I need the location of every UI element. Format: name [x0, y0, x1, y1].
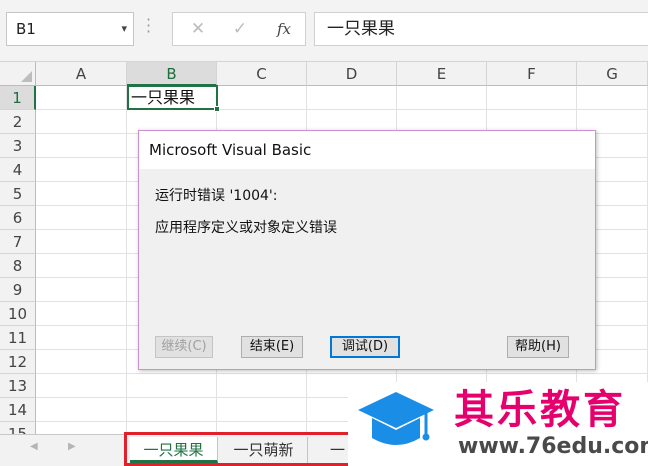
row-header-8[interactable]: 8: [0, 254, 36, 278]
row-header-6[interactable]: 6: [0, 206, 36, 230]
dialog-error-message: 应用程序定义或对象定义错误: [155, 220, 337, 236]
cell-b1[interactable]: 一只果果: [127, 85, 220, 112]
row-header-7[interactable]: 7: [0, 230, 36, 254]
check-icon[interactable]: ✓: [225, 13, 255, 45]
grid-vline: [126, 86, 127, 434]
tab-scroll-right-icon[interactable]: ▶: [68, 441, 76, 452]
fill-handle[interactable]: [214, 106, 220, 112]
row-header-3[interactable]: 3: [0, 134, 36, 158]
cancel-icon[interactable]: ✕: [183, 13, 213, 45]
row-header-12[interactable]: 12: [0, 350, 36, 374]
formula-input[interactable]: 一只果果: [314, 12, 648, 46]
formula-bar: B1 ▾ · · · ✕ ✓ fx 一只果果: [0, 0, 648, 62]
column-header-e[interactable]: E: [397, 62, 487, 86]
dialog-title: Microsoft Visual Basic: [139, 131, 595, 169]
watermark: 其乐教育 www.76edu.com: [348, 382, 648, 466]
row-header-14[interactable]: 14: [0, 398, 36, 422]
column-header-b[interactable]: B: [127, 62, 217, 86]
watermark-url: www.76edu.com: [458, 434, 648, 459]
row-header-4[interactable]: 4: [0, 158, 36, 182]
name-box-value: B1: [16, 20, 36, 38]
end-button[interactable]: 结束(E): [241, 336, 303, 358]
continue-button: 继续(C): [155, 336, 213, 358]
row-header-9[interactable]: 9: [0, 278, 36, 302]
column-header-a[interactable]: A: [36, 62, 127, 86]
column-header-f[interactable]: F: [487, 62, 577, 86]
select-all-corner[interactable]: [0, 62, 36, 86]
row-header-5[interactable]: 5: [0, 182, 36, 206]
row-header-2[interactable]: 2: [0, 110, 36, 134]
name-box[interactable]: B1 ▾: [6, 12, 134, 46]
grid-hline: [36, 373, 648, 374]
column-header-c[interactable]: C: [217, 62, 307, 86]
chevron-down-icon[interactable]: ▾: [121, 13, 127, 45]
formula-buttons: ✕ ✓ fx: [172, 12, 306, 46]
grip-dots-icon: · · ·: [146, 10, 152, 41]
dialog-error-code: 运行时错误 '1004':: [155, 188, 278, 204]
row-header-10[interactable]: 10: [0, 302, 36, 326]
insert-function-icon[interactable]: fx: [269, 13, 299, 45]
graduation-cap-icon: [358, 392, 434, 445]
tabs-highlight-box: [124, 432, 370, 466]
column-header-g[interactable]: G: [577, 62, 648, 86]
row-header-1[interactable]: 1: [0, 86, 36, 110]
column-header-d[interactable]: D: [307, 62, 397, 86]
tab-scroll-left-icon[interactable]: ◀: [30, 441, 38, 452]
row-header-13[interactable]: 13: [0, 374, 36, 398]
vba-error-dialog: Microsoft Visual Basic 运行时错误 '1004': 应用程…: [138, 130, 596, 370]
help-button[interactable]: 帮助(H): [507, 336, 569, 358]
cell-b1-value: 一只果果: [131, 88, 196, 107]
watermark-name: 其乐教育: [454, 387, 626, 433]
debug-button[interactable]: 调试(D): [330, 336, 400, 358]
row-header-11[interactable]: 11: [0, 326, 36, 350]
